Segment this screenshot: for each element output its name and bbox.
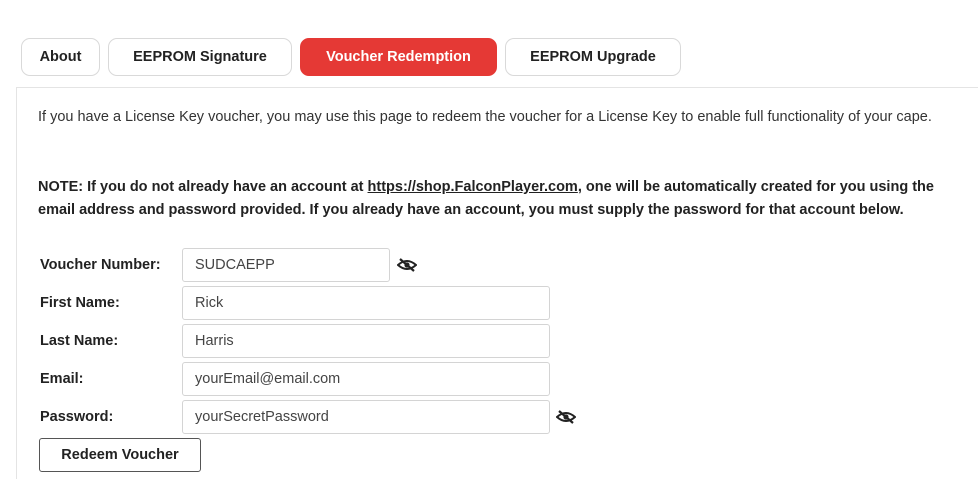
voucher-label: Voucher Number: (40, 257, 161, 273)
tab-eeprom-upgrade[interactable]: EEPROM Upgrade (505, 38, 681, 76)
last-name-row: Last Name: (40, 324, 182, 358)
eye-slash-icon[interactable] (397, 258, 417, 272)
email-input[interactable] (182, 362, 550, 396)
redeem-voucher-button[interactable]: Redeem Voucher (39, 438, 201, 472)
eye-slash-icon[interactable] (556, 410, 576, 424)
tab-about[interactable]: About (21, 38, 100, 76)
tab-eeprom-signature[interactable]: EEPROM Signature (108, 38, 292, 76)
note-prefix: NOTE: If you do not already have an acco… (38, 179, 368, 195)
email-label: Email: (40, 371, 84, 387)
last-name-input[interactable] (182, 324, 550, 358)
password-input[interactable] (182, 400, 550, 434)
note-text: NOTE: If you do not already have an acco… (38, 176, 973, 222)
password-label: Password: (40, 409, 114, 425)
first-name-input[interactable] (182, 286, 550, 320)
voucher-redemption-page: About EEPROM Signature Voucher Redemptio… (0, 0, 978, 479)
voucher-number-input[interactable] (182, 248, 390, 282)
shop-link[interactable]: https://shop.FalconPlayer.com (368, 179, 578, 195)
password-row: Password: (40, 400, 182, 434)
tab-voucher-redemption[interactable]: Voucher Redemption (300, 38, 497, 76)
first-name-label: First Name: (40, 295, 120, 311)
first-name-row: First Name: (40, 286, 182, 320)
email-row: Email: (40, 362, 182, 396)
last-name-label: Last Name: (40, 333, 119, 349)
intro-text: If you have a License Key voucher, you m… (38, 109, 932, 125)
tab-bar: About EEPROM Signature Voucher Redemptio… (21, 38, 681, 76)
voucher-row: Voucher Number: (40, 248, 182, 282)
